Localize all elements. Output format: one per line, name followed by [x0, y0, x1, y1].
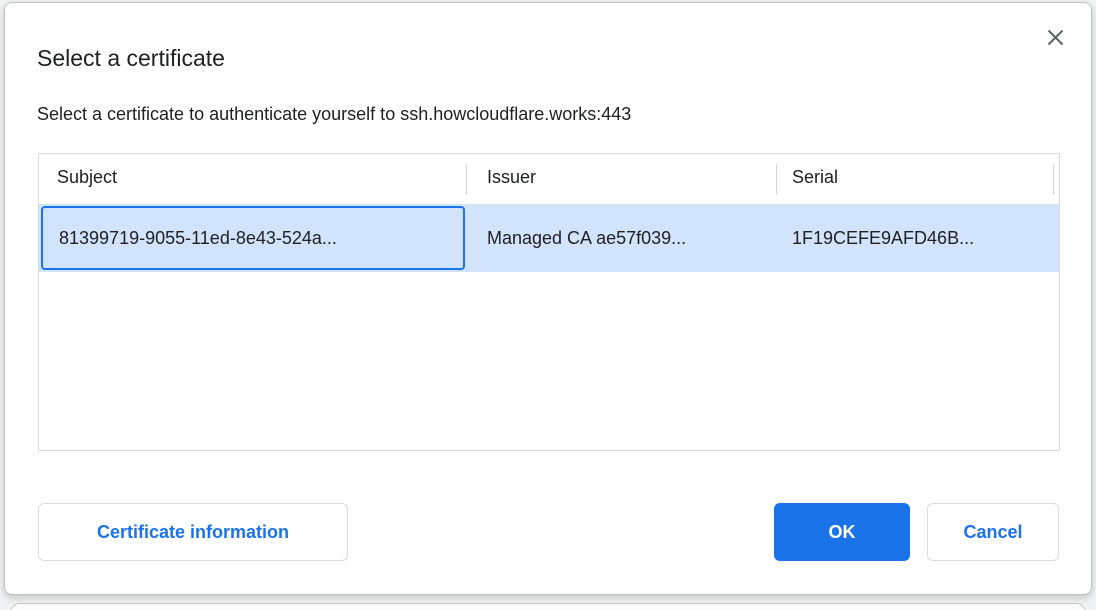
- column-divider: [776, 164, 777, 194]
- issuer-value: Managed CA ae57f039...: [487, 204, 686, 272]
- table-header-row: Subject Issuer Serial: [39, 154, 1059, 204]
- ok-button[interactable]: OK: [774, 503, 910, 561]
- dialog-title: Select a certificate: [37, 45, 225, 72]
- close-button[interactable]: [1041, 23, 1069, 51]
- subject-cell-focused[interactable]: 81399719-9055-11ed-8e43-524a...: [41, 206, 465, 270]
- column-divider: [466, 164, 467, 194]
- page-behind-surface: [10, 603, 1086, 610]
- cancel-button[interactable]: Cancel: [927, 503, 1059, 561]
- column-divider: [1053, 164, 1054, 194]
- close-icon: [1047, 29, 1064, 46]
- certificate-select-dialog: Select a certificate Select a certificat…: [4, 2, 1092, 595]
- certificate-row-selected[interactable]: 81399719-9055-11ed-8e43-524a... Managed …: [39, 204, 1059, 272]
- column-header-issuer: Issuer: [487, 167, 536, 188]
- serial-value: 1F19CEFE9AFD46B...: [792, 204, 974, 272]
- column-header-subject: Subject: [57, 167, 117, 188]
- certificate-information-button[interactable]: Certificate information: [38, 503, 348, 561]
- subject-value: 81399719-9055-11ed-8e43-524a...: [59, 228, 337, 249]
- column-header-serial: Serial: [792, 167, 838, 188]
- dialog-subtitle: Select a certificate to authenticate you…: [37, 104, 631, 125]
- certificate-table: Subject Issuer Serial 81399719-9055-11ed…: [38, 153, 1060, 451]
